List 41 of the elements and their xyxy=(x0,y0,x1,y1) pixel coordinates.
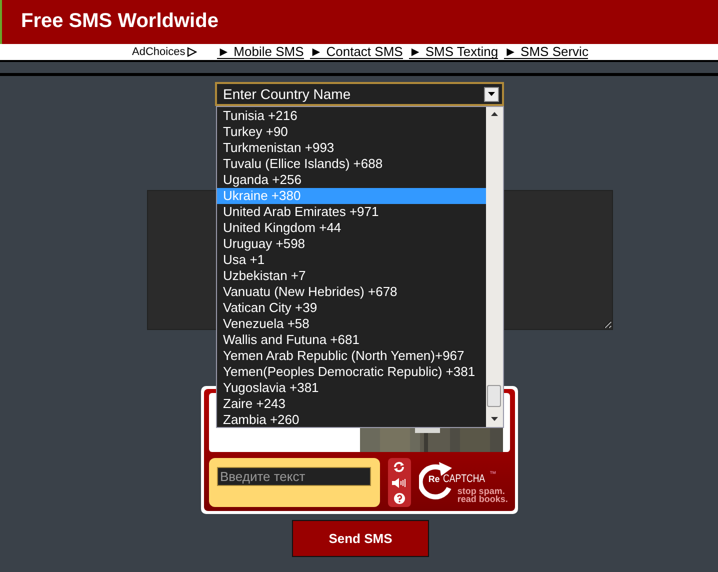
play-outline-icon[interactable] xyxy=(187,47,198,57)
country-dropdown[interactable]: Enter Country Name xyxy=(215,82,504,106)
country-option[interactable]: Yemen(Peoples Democratic Republic) +381 xyxy=(217,364,486,380)
nav-link[interactable]: ► SMS Texting xyxy=(408,45,498,59)
recaptcha-wordmark: CAPTCHA xyxy=(443,473,486,485)
tagline: read books. xyxy=(457,495,508,504)
country-option[interactable]: United Kingdom +44 xyxy=(217,220,486,236)
scroll-thumb[interactable] xyxy=(487,385,501,407)
site-title: Free SMS Worldwide xyxy=(20,9,218,33)
tagline: stop spam. xyxy=(457,487,505,496)
country-option[interactable]: Vatican City +39 xyxy=(217,300,486,316)
recaptcha-re-text: Re xyxy=(428,474,440,484)
country-option[interactable]: United Arab Emirates +971 xyxy=(217,204,486,220)
nav-link[interactable]: ► Mobile SMS xyxy=(217,45,304,59)
country-option[interactable]: Turkey +90 xyxy=(217,124,486,140)
country-option[interactable]: Yemen Arab Republic (North Yemen)+967 xyxy=(217,348,486,364)
country-option[interactable]: Tuvalu (Ellice Islands) +688 xyxy=(217,156,486,172)
country-option[interactable]: Zambia +260 xyxy=(217,412,486,428)
country-option[interactable]: Zaire +243 xyxy=(217,396,486,412)
country-option[interactable]: Wallis and Futuna +681 xyxy=(217,332,486,348)
scroll-down-icon[interactable] xyxy=(491,417,498,421)
country-option[interactable]: Turkmenistan +993 xyxy=(217,140,486,156)
country-option[interactable]: Uruguay +598 xyxy=(217,236,486,252)
country-option[interactable]: Venezuela +58 xyxy=(217,316,486,332)
help-icon[interactable] xyxy=(394,493,405,504)
nav-link[interactable]: ► Contact SMS xyxy=(310,45,403,59)
country-option[interactable]: Usa +1 xyxy=(217,252,486,268)
scroll-up-icon[interactable] xyxy=(491,112,498,116)
country-option[interactable]: Yugoslavia +381 xyxy=(217,380,486,396)
speaker-icon[interactable] xyxy=(392,478,406,488)
country-option[interactable]: Vanuatu (New Hebrides) +678 xyxy=(217,284,486,300)
refresh-icon[interactable] xyxy=(393,460,406,473)
country-option[interactable]: Tunisia +216 xyxy=(217,108,486,124)
scrollbar[interactable] xyxy=(486,107,503,427)
captcha-input[interactable]: Введите текст xyxy=(217,467,371,486)
country-option[interactable]: Uzbekistan +7 xyxy=(217,268,486,284)
country-option[interactable]: Uganda +256 xyxy=(217,172,486,188)
ad-choices-label[interactable]: AdChoices xyxy=(132,46,186,58)
send-sms-button[interactable]: Send SMS xyxy=(292,520,429,557)
nav-link[interactable]: ► SMS Servic xyxy=(504,45,588,59)
dropdown-arrow-icon[interactable] xyxy=(488,92,495,96)
